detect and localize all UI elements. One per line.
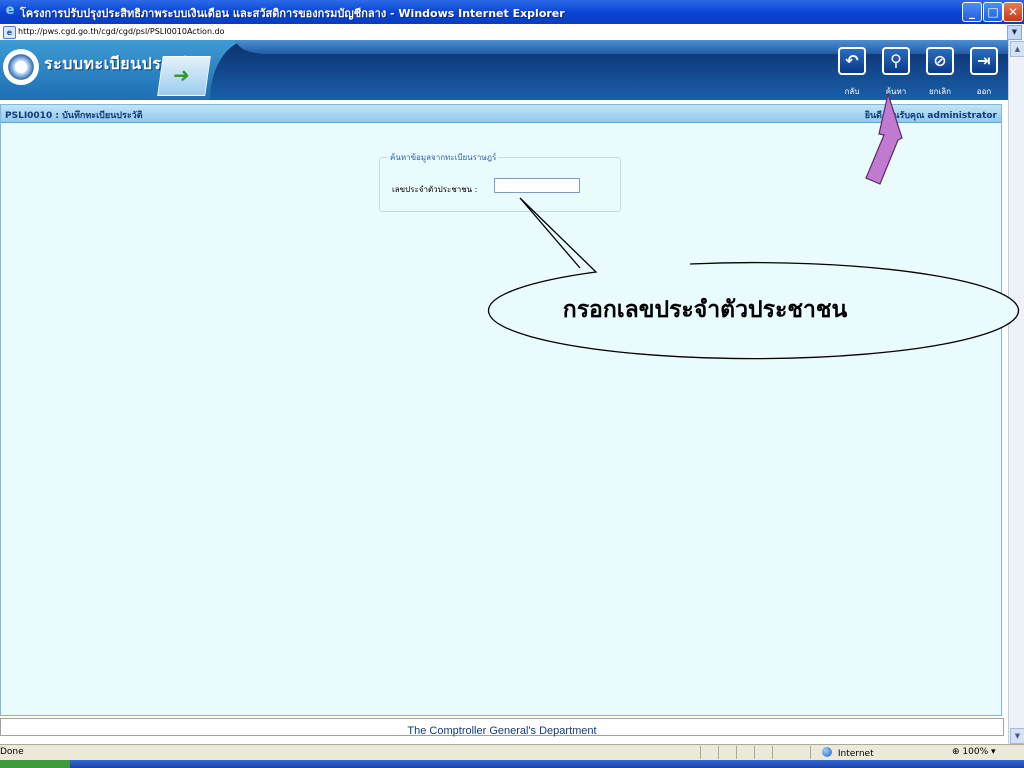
zoom-dropdown-icon[interactable]: ▾ (991, 747, 996, 757)
vertical-scrollbar[interactable]: ▲ ▼ (1008, 40, 1024, 744)
close-button[interactable]: ✕ (1003, 2, 1023, 22)
back-button[interactable]: ↶ (838, 47, 866, 75)
scroll-up-icon[interactable]: ▲ (1010, 41, 1024, 57)
zone-label: Internet (837, 749, 874, 759)
status-divider (754, 746, 755, 759)
zoom-value: 100% (962, 747, 989, 757)
search-label[interactable]: ค้นหา (876, 85, 916, 98)
scroll-down-icon[interactable]: ▼ (1010, 728, 1024, 744)
welcome-text: ยินดีต้อนรับคุณ administrator (864, 111, 997, 121)
cancel-button[interactable]: ⊘ (926, 47, 954, 75)
security-zone[interactable]: Internet (822, 747, 874, 759)
status-divider (772, 746, 773, 759)
search-fieldset: ค้นหาข้อมูลจากทะเบียนราษฎร์ เลขประจำตัวป… (379, 151, 621, 212)
citizen-id-input[interactable] (494, 178, 580, 193)
taskbar (0, 760, 1024, 768)
app-header: ระบบทะเบียนประวัติ ➜ ↶ กลับ ⚲ ค้นหา ⊘ ยก… (0, 40, 1008, 100)
exit-label[interactable]: ออก (964, 85, 1004, 98)
address-bar[interactable]: e http://pws.cgd.go.th/cgd/cgd/psl/PSLI0… (0, 24, 1024, 41)
exit-icon: ⇥ (977, 51, 991, 70)
status-divider (718, 746, 719, 759)
address-dropdown-icon[interactable]: ▼ (1007, 25, 1022, 40)
status-divider (810, 746, 811, 759)
status-divider (736, 746, 737, 759)
maximize-button[interactable]: □ (983, 2, 1003, 22)
address-url[interactable]: http://pws.cgd.go.th/cgd/cgd/psl/PSLI001… (18, 27, 225, 36)
citizen-id-label: เลขประจำตัวประชาชน : (392, 185, 478, 194)
minimize-button[interactable]: _ (962, 2, 982, 22)
globe-icon (822, 747, 832, 757)
status-bar: Done Internet ⊕ 100% ▾ (0, 744, 1024, 761)
department-seal-logo (3, 49, 39, 85)
content-frame: PSLI0010 : บันทึกทะเบียนประวัติ ยินดีต้อ… (0, 104, 1002, 716)
back-arrow-icon: ↶ (845, 51, 859, 70)
page-footer: The Comptroller General's Department (0, 718, 1004, 737)
ie-logo-icon: e (5, 3, 15, 18)
zoom-level[interactable]: ⊕ 100% ▾ (952, 747, 996, 757)
search-icon: ⚲ (890, 51, 902, 70)
footer-text: The Comptroller General's Department (407, 725, 597, 737)
status-text: Done (0, 747, 24, 757)
folder-transfer-icon: ➜ (157, 56, 211, 96)
start-button[interactable] (0, 760, 70, 768)
page-header: PSLI0010 : บันทึกทะเบียนประวัติ ยินดีต้อ… (1, 105, 1001, 123)
browser-viewport: ระบบทะเบียนประวัติ ➜ ↶ กลับ ⚲ ค้นหา ⊘ ยก… (0, 40, 1024, 744)
search-legend: ค้นหาข้อมูลจากทะเบียนราษฎร์ (388, 151, 499, 164)
zoom-icon: ⊕ (952, 747, 960, 757)
cancel-label[interactable]: ยกเลิก (920, 85, 960, 98)
window-title: โครงการปรับปรุงประสิทธิภาพระบบเงินเดือน … (20, 7, 565, 20)
exit-button[interactable]: ⇥ (970, 47, 998, 75)
page-title: PSLI0010 : บันทึกทะเบียนประวัติ (5, 111, 143, 121)
window-titlebar: e โครงการปรับปรุงประสิทธิภาพระบบเงินเดือ… (0, 0, 1024, 24)
cancel-icon: ⊘ (933, 51, 947, 70)
back-label[interactable]: กลับ (832, 85, 872, 98)
search-button[interactable]: ⚲ (882, 47, 910, 75)
page-icon: e (3, 26, 16, 39)
status-divider (700, 746, 701, 759)
